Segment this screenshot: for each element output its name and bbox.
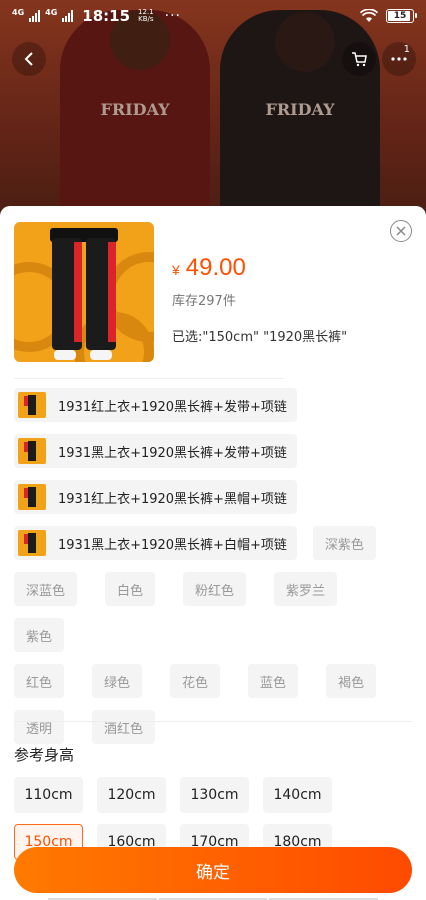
option-thumbnail (18, 484, 46, 510)
chevron-left-icon (24, 52, 33, 66)
option-thumbnail (18, 392, 46, 418)
size-row-1: 110cm 120cm 130cm 140cm (14, 777, 332, 813)
more-button[interactable]: 1 (382, 42, 416, 76)
confirm-button[interactable]: 确定 (14, 847, 412, 893)
more-icon (391, 57, 407, 61)
color-chip-disabled: 深蓝色 (14, 572, 78, 606)
option-chip[interactable]: 1931黑上衣+1920黑长裤+白帽+项链 (14, 526, 297, 560)
stock-count: 库存297件 (172, 294, 236, 309)
color-chip-disabled: 绿色 (92, 664, 143, 698)
more-notifications-icon: ··· (164, 8, 181, 24)
option-thumbnail (18, 530, 46, 556)
color-options: 1931红上衣+1920黑长裤+发带+项链 1931黑上衣+1920黑长裤+发带… (14, 388, 414, 744)
option-thumbnail (18, 438, 46, 464)
status-bar: 4G 4G 18:15 12.1 KB/s ··· 15 (0, 0, 426, 32)
battery-icon: 15 (386, 9, 417, 23)
product-thumbnail[interactable] (14, 222, 154, 362)
color-chip-disabled: 白色 (105, 572, 156, 606)
close-button[interactable] (390, 220, 412, 242)
option-chip[interactable]: 1931红上衣+1920黑长裤+发带+项链 (14, 388, 297, 422)
divider (14, 721, 412, 722)
height-section-title: 参考身高 (14, 746, 75, 764)
price: ¥ 49.00 (172, 254, 246, 282)
sku-selector-sheet: ¥ 49.00 库存297件 已选:"150cm" "1920黑长裤" 1931… (0, 206, 426, 900)
color-chip-disabled: 褐色 (326, 664, 377, 698)
signal-icon (29, 10, 41, 22)
color-chip-disabled: 红色 (14, 664, 65, 698)
color-chip-disabled: 紫罗兰 (274, 572, 338, 606)
wifi-icon (360, 9, 378, 22)
network-speed: 12.1 KB/s (138, 8, 154, 23)
product-hero-image: FRIDAY FRIDAY (0, 0, 426, 215)
size-chip[interactable]: 140cm (263, 777, 332, 813)
close-icon (396, 226, 406, 236)
selected-options: 已选:"150cm" "1920黑长裤" (172, 330, 348, 345)
color-chip-disabled: 蓝色 (248, 664, 299, 698)
size-chip[interactable]: 110cm (14, 777, 83, 813)
price-value: 49.00 (185, 254, 246, 281)
network-1-label: 4G (12, 8, 25, 17)
color-chip-disabled: 粉红色 (183, 572, 247, 606)
size-chip[interactable]: 130cm (180, 777, 249, 813)
color-chip-disabled: 酒红色 (92, 710, 156, 744)
signal-icon (62, 10, 74, 22)
color-chip-disabled: 花色 (170, 664, 221, 698)
size-chip[interactable]: 120cm (97, 777, 166, 813)
option-chip[interactable]: 1931黑上衣+1920黑长裤+发带+项链 (14, 434, 297, 468)
color-chip-disabled: 深紫色 (312, 526, 376, 560)
cart-count-badge: 1 (403, 44, 410, 55)
divider (14, 378, 284, 379)
color-chip-disabled: 紫色 (14, 618, 65, 652)
currency-symbol: ¥ (172, 262, 180, 278)
back-button[interactable] (12, 42, 46, 76)
clock: 18:15 (82, 7, 131, 25)
option-chip[interactable]: 1931红上衣+1920黑长裤+黑帽+项链 (14, 480, 297, 514)
cart-button[interactable] (342, 42, 376, 76)
overlay-dim (0, 0, 426, 215)
network-2-label: 4G (45, 8, 58, 17)
cart-icon (352, 52, 367, 67)
color-chip-disabled: 透明 (14, 710, 65, 744)
